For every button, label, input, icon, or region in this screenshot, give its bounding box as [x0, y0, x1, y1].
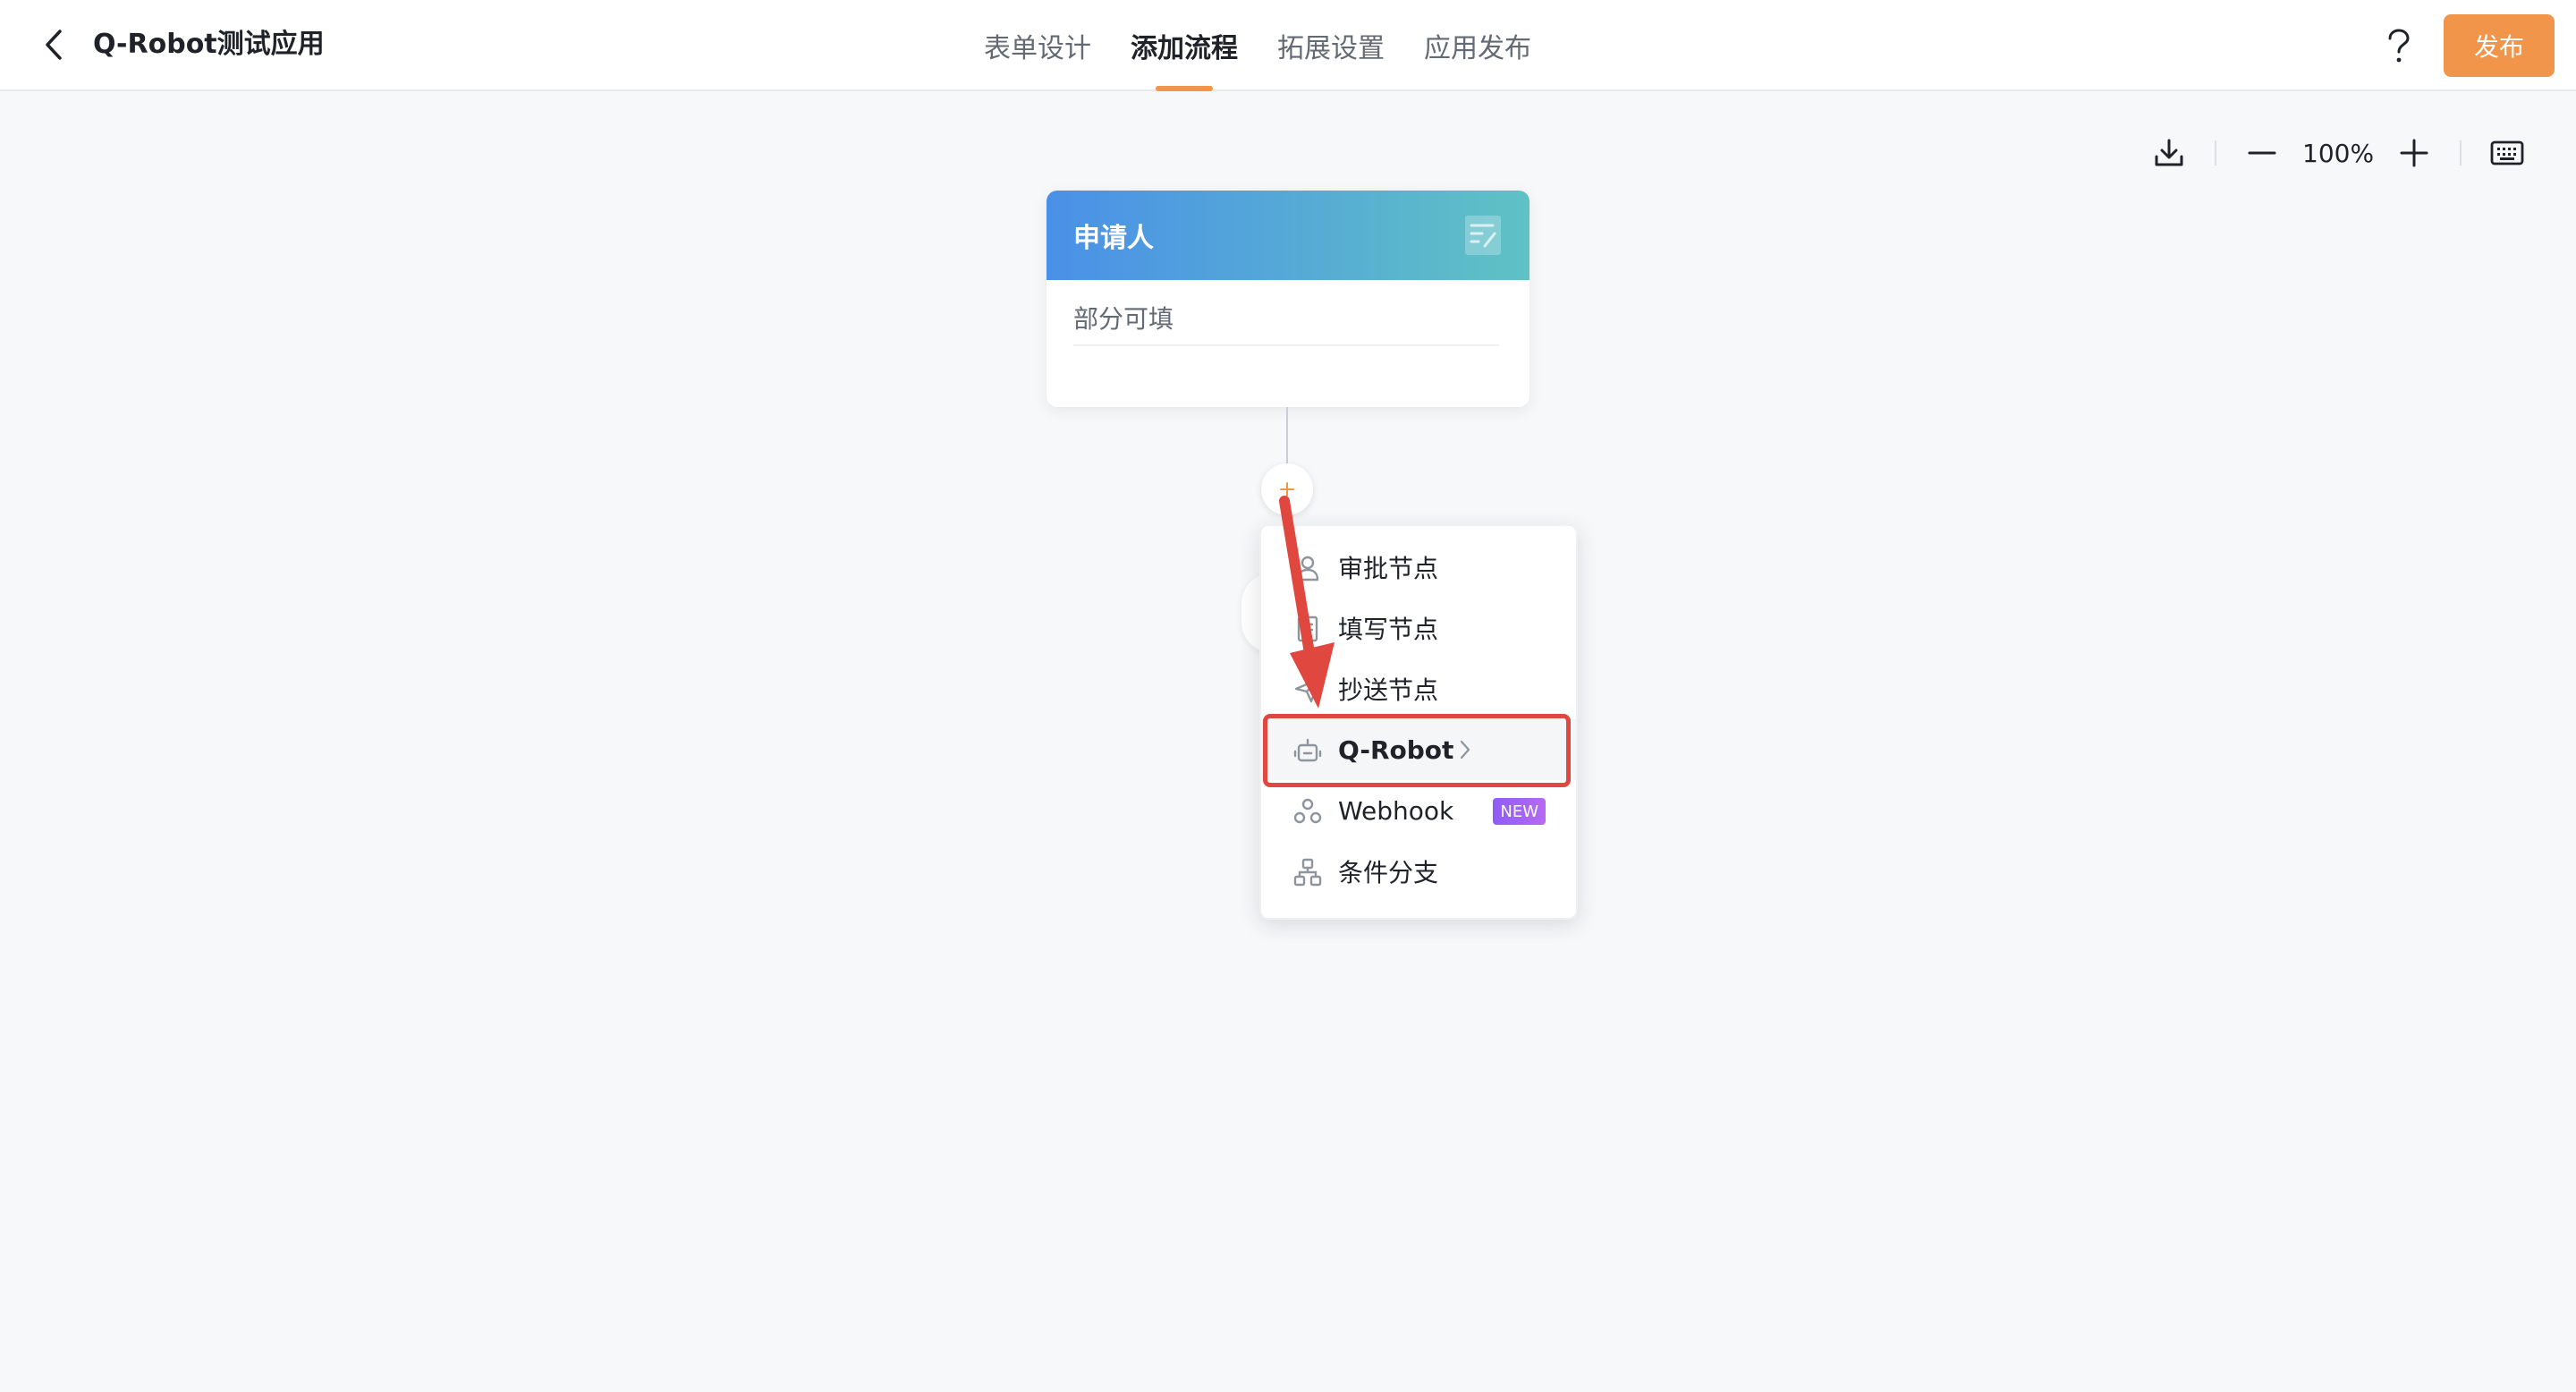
menu-item-label: 审批节点 — [1338, 554, 1439, 583]
canvas-toolbar: 100% — [2147, 131, 2529, 175]
branch-icon — [1293, 858, 1322, 887]
app-title: Q-Robot测试应用 — [93, 29, 325, 60]
zoom-level: 100% — [2302, 138, 2375, 168]
node-body: 部分可填 — [1046, 280, 1530, 346]
form-edit-icon — [1465, 216, 1501, 255]
download-icon — [2155, 139, 2183, 166]
plus-icon — [2400, 139, 2428, 167]
node-header: 申请人 — [1046, 191, 1530, 280]
tab-form-design[interactable]: 表单设计 — [984, 0, 1091, 91]
new-badge: NEW — [1493, 798, 1546, 825]
help-button[interactable] — [2379, 27, 2419, 66]
applicant-node[interactable]: 申请人 部分可填 — [1046, 191, 1530, 407]
menu-item-label: 填写节点 — [1338, 615, 1439, 644]
question-icon — [2388, 29, 2410, 63]
node-description: 部分可填 — [1073, 300, 1499, 346]
publish-button[interactable]: 发布 — [2444, 14, 2555, 77]
menu-item-label: 条件分支 — [1338, 858, 1439, 887]
zoom-in-button[interactable] — [2392, 131, 2436, 175]
menu-item-fill[interactable]: 填写节点 — [1261, 598, 1576, 658]
send-icon — [1294, 677, 1321, 703]
toolbar-divider — [2215, 140, 2216, 166]
tab-add-process[interactable]: 添加流程 — [1131, 0, 1238, 91]
document-icon — [1297, 615, 1318, 642]
zoom-out-button[interactable] — [2240, 131, 2284, 175]
chevron-left-icon — [46, 30, 62, 60]
toolbar-divider — [2460, 140, 2462, 166]
add-node-menu: 审批节点 填写节点 抄送节点 Q-Robot Webhook NEW 条件分支 — [1259, 524, 1578, 920]
add-node-button[interactable] — [1261, 463, 1313, 515]
plus-icon — [1280, 482, 1294, 497]
user-icon — [1296, 556, 1319, 581]
download-button[interactable] — [2147, 131, 2191, 175]
menu-item-label: 抄送节点 — [1338, 675, 1439, 705]
webhook-icon — [1293, 798, 1322, 824]
menu-item-webhook[interactable]: Webhook NEW — [1261, 780, 1576, 841]
top-header: Q-Robot测试应用 表单设计 添加流程 拓展设置 应用发布 发布 — [0, 0, 2576, 91]
back-button[interactable] — [36, 27, 72, 63]
menu-item-label: Q-Robot — [1338, 734, 1454, 765]
keyboard-icon — [2490, 140, 2524, 166]
node-title: 申请人 — [1073, 223, 1154, 254]
menu-item-approval[interactable]: 审批节点 — [1261, 537, 1576, 598]
tab-bar: 表单设计 添加流程 拓展设置 应用发布 — [984, 0, 1531, 91]
minus-icon — [2248, 151, 2276, 155]
robot-icon — [1293, 738, 1322, 762]
menu-item-q-robot[interactable]: Q-Robot — [1261, 719, 1576, 780]
tab-app-publish[interactable]: 应用发布 — [1424, 0, 1531, 91]
menu-item-condition-branch[interactable]: 条件分支 — [1261, 841, 1576, 902]
menu-item-label: Webhook — [1338, 795, 1454, 826]
keyboard-shortcuts-button[interactable] — [2485, 131, 2529, 175]
tab-extension-settings[interactable]: 拓展设置 — [1277, 0, 1385, 91]
chevron-right-icon — [1459, 739, 1471, 760]
menu-item-cc[interactable]: 抄送节点 — [1261, 658, 1576, 719]
